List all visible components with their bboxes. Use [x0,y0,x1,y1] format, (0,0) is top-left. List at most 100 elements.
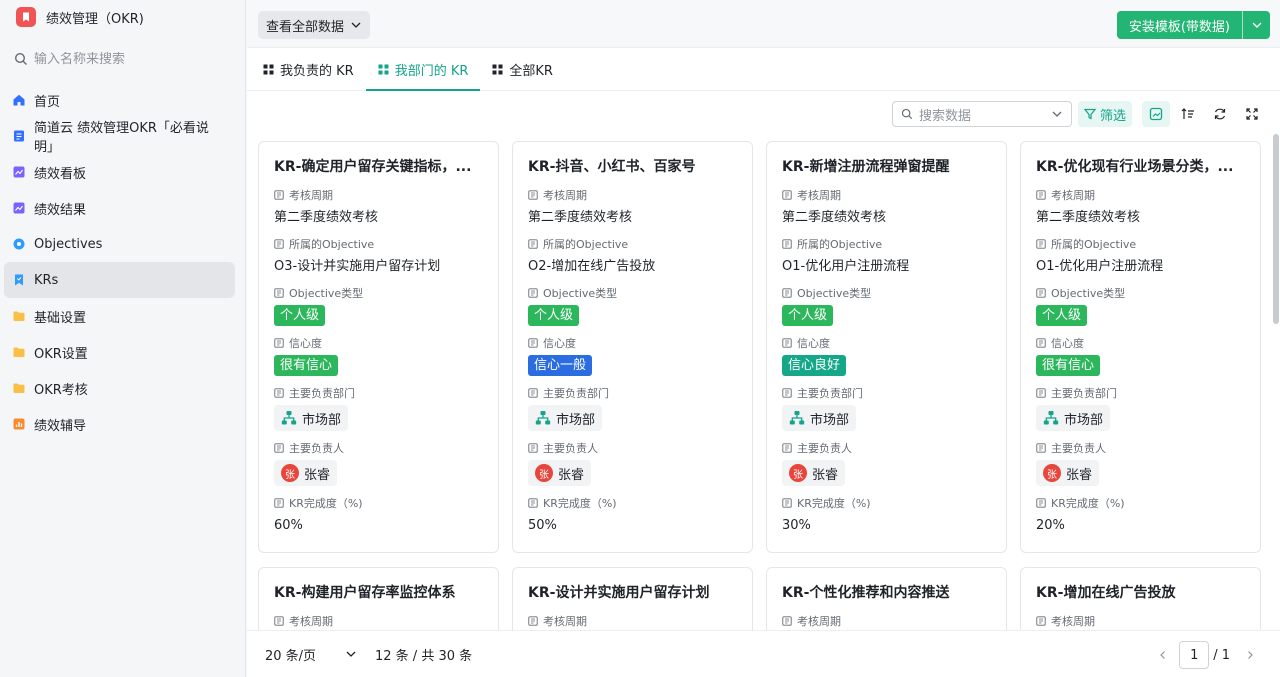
field-type-icon [274,498,284,508]
kr-card[interactable]: KR-优化现有行业场景分类，... 考核周期 第二季度绩效考核 所属的Objectiv… [1020,141,1261,553]
sidebar-item[interactable]: KRs [4,262,235,298]
view-all-data-button[interactable]: 查看全部数据 [258,11,371,39]
sidebar-item[interactable]: Objectives [4,226,235,262]
department-name: 市场部 [556,412,596,428]
field-type-icon [528,443,538,453]
target-icon [12,237,26,251]
chevron-down-icon [1252,22,1261,28]
field-label-text: 考核周期 [1051,189,1095,202]
field-label: KR完成度（%) [1036,495,1245,511]
sidebar-item[interactable]: 绩效结果 [4,190,235,226]
field-label-text: KR完成度（%) [543,497,617,510]
field-label-text: 信心度 [289,337,322,350]
field-label: 主要负责部门 [782,385,991,401]
view-tab[interactable]: 我负责的 KR [251,49,366,90]
kr-card[interactable]: KR-构建用户留存率监控体系 考核周期 [258,567,499,630]
field-type-icon [274,338,284,348]
kr-card[interactable]: KR-抖音、小红书、百家号 考核周期 第二季度绩效考核 所属的Objective O2-… [512,141,753,553]
card-view-button[interactable] [1142,101,1170,127]
owner-name: 张睿 [812,467,839,483]
chevron-down-icon [351,22,361,28]
department-chip[interactable]: 市场部 [782,405,857,431]
folder-icon [12,381,26,395]
field-label: 主要负责人 [1036,440,1245,456]
department-chip[interactable]: 市场部 [1036,405,1111,431]
confidence-tag: 很有信心 [1036,355,1101,376]
period-value: 第二季度绩效考核 [528,210,633,225]
department-chip[interactable]: 市场部 [528,405,603,431]
sidebar-item[interactable]: 绩效看板 [4,154,235,190]
sort-button[interactable] [1174,101,1202,127]
field-label-text: 主要负责人 [543,442,598,455]
view-tab-label: 我负责的 KR [280,64,354,79]
field-label: 主要负责人 [274,440,483,456]
page-size-select[interactable]: 20 条/页 [265,645,357,664]
view-tabs: 我负责的 KR 我部门的 KR 全部KR [247,49,1280,91]
owner-chip[interactable]: 张张睿 [782,460,846,486]
field-label-text: Objective类型 [797,287,872,300]
view-tab[interactable]: 我部门的 KR [365,49,481,91]
sidebar-item-label: OKR考核 [34,382,88,398]
confidence-tag: 信心一般 [528,355,593,376]
field-label: KR完成度（%) [274,495,483,511]
install-template-label[interactable]: 安装模板(带数据) [1117,11,1242,39]
owner-chip[interactable]: 张张睿 [1036,460,1100,486]
pager: 1 / 1 [1149,641,1264,669]
field-label-text: 所属的Objective [289,238,375,251]
field-label-text: KR完成度（%) [1051,497,1125,510]
sidebar-item[interactable]: OKR考核 [4,370,235,406]
sidebar-item[interactable]: 简道云 绩效管理OKR「必看说明」 [4,118,235,155]
app-logo-icon [16,7,36,27]
sidebar-item[interactable]: 绩效辅导 [4,406,235,442]
field-type-icon [782,288,792,298]
sidebar-nav: 首页 简道云 绩效管理OKR「必看说明」 绩效看板绩效结果 Objectives KRs… [0,82,245,442]
department-chip[interactable]: 市场部 [274,405,349,431]
view-tab[interactable]: 全部KR [480,49,565,90]
avatar: 张 [535,464,553,482]
sidebar-search-input[interactable] [34,51,224,67]
kr-card[interactable]: KR-个性化推荐和内容推送 考核周期 [766,567,1007,630]
grid-view-icon [263,64,274,75]
field-label-text: Objective类型 [289,287,364,300]
kr-card[interactable]: KR-增加在线广告投放 考核周期 [1020,567,1261,630]
kr-card[interactable]: KR-确定用户留存关键指标，... 考核周期 第二季度绩效考核 所属的Objectiv… [258,141,499,553]
sidebar-item[interactable]: OKR设置 [4,334,235,370]
field-label: 主要负责部门 [528,385,737,401]
sidebar-item[interactable]: 首页 [4,82,235,118]
objective-value: O1-优化用户注册流程 [1036,259,1164,274]
install-dropdown-button[interactable] [1242,11,1270,39]
filter-button[interactable]: 筛选 [1077,101,1132,127]
field-label: 主要负责部门 [1036,385,1245,401]
field-label-text: 信心度 [543,337,576,350]
sidebar-item-label: 绩效结果 [34,202,87,218]
next-page-button[interactable] [1236,641,1264,669]
field-label-text: Objective类型 [1051,287,1126,300]
toolbar: 搜索数据 筛选 [891,100,1266,128]
field-label: Objective类型 [1036,285,1245,301]
chevron-right-icon [1248,651,1253,659]
scrollbar[interactable] [1273,134,1279,324]
field-label: 信心度 [782,335,991,351]
sidebar-item[interactable]: 基础设置 [4,298,235,334]
sidebar-search[interactable] [12,44,237,74]
refresh-button[interactable] [1206,101,1234,127]
data-search-input[interactable]: 搜索数据 [891,101,1072,127]
prev-page-button[interactable] [1149,641,1177,669]
kr-progress-value: 20% [1036,518,1065,533]
objective-value: O3-设计并实施用户留存计划 [274,259,441,274]
install-template-button[interactable]: 安装模板(带数据) [1116,11,1270,39]
department-name: 市场部 [302,412,342,428]
page-size-label: 20 条/页 [265,648,317,664]
field-label-text: Objective类型 [543,287,618,300]
fullscreen-button[interactable] [1238,101,1266,127]
sort-icon [1181,108,1194,119]
data-search-placeholder: 搜索数据 [918,108,971,124]
kr-progress-value: 60% [274,518,303,533]
field-type-icon [274,616,284,626]
owner-chip[interactable]: 张张睿 [528,460,592,486]
kr-card[interactable]: KR-新增注册流程弹窗提醒 考核周期 第二季度绩效考核 所属的Objective O1-… [766,141,1007,553]
current-page-input[interactable]: 1 [1179,641,1210,669]
card-view-icon [1149,107,1163,121]
owner-chip[interactable]: 张张睿 [274,460,338,486]
kr-card[interactable]: KR-设计并实施用户留存计划 考核周期 [512,567,753,630]
